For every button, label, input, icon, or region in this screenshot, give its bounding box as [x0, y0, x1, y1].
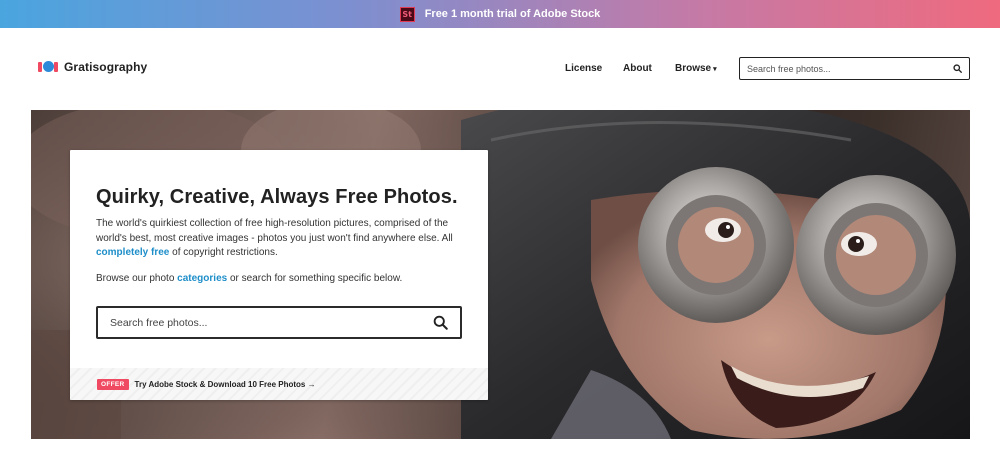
nav-browse[interactable]: Browse ▾ — [675, 63, 717, 74]
hero-card: Quirky, Creative, Always Free Photos. Th… — [70, 150, 488, 400]
promo-text[interactable]: Free 1 month trial of Adobe Stock — [425, 8, 601, 20]
hero-browse-text: Browse our photo categories or search fo… — [96, 273, 402, 284]
promo-banner[interactable]: St Free 1 month trial of Adobe Stock — [0, 0, 1000, 28]
hero-description-text: The world's quirkiest collection of free… — [96, 218, 453, 244]
search-icon[interactable] — [953, 64, 962, 73]
nav-license[interactable]: License — [565, 63, 602, 74]
adobe-stock-logo-icon: St — [399, 6, 415, 22]
nav-browse-label: Browse — [675, 63, 712, 74]
nav-about[interactable]: About — [623, 63, 652, 74]
hero-title: Quirky, Creative, Always Free Photos. — [96, 186, 458, 208]
search-icon[interactable] — [433, 315, 448, 330]
chevron-down-icon: ▾ — [713, 66, 717, 73]
browse-text-start: Browse our photo — [96, 273, 178, 284]
completely-free-link[interactable]: completely free — [96, 247, 169, 258]
adobe-stock-offer-link[interactable]: Try Adobe Stock & Download 10 Free Photo… — [135, 380, 316, 389]
hero-description: The world's quirkiest collection of free… — [96, 217, 466, 261]
offer-badge: OFFER — [97, 378, 129, 390]
categories-link[interactable]: categories — [177, 273, 227, 284]
site-header: Gratisography License About Browse ▾ — [0, 28, 1000, 108]
hero-search-input[interactable] — [110, 316, 433, 329]
brand-name: Gratisography — [64, 60, 148, 74]
hero-description-text-end: of copyright restrictions. — [169, 247, 278, 259]
header-search-input[interactable] — [747, 63, 953, 74]
brand-logo-link[interactable]: Gratisography — [38, 60, 147, 74]
header-search-box — [739, 57, 970, 80]
offer-bar: OFFER Try Adobe Stock & Download 10 Free… — [70, 368, 488, 400]
browse-text-end: or search for something specific below. — [227, 273, 403, 284]
gratisography-logo-icon — [38, 61, 58, 73]
hero-search-box — [96, 306, 462, 339]
